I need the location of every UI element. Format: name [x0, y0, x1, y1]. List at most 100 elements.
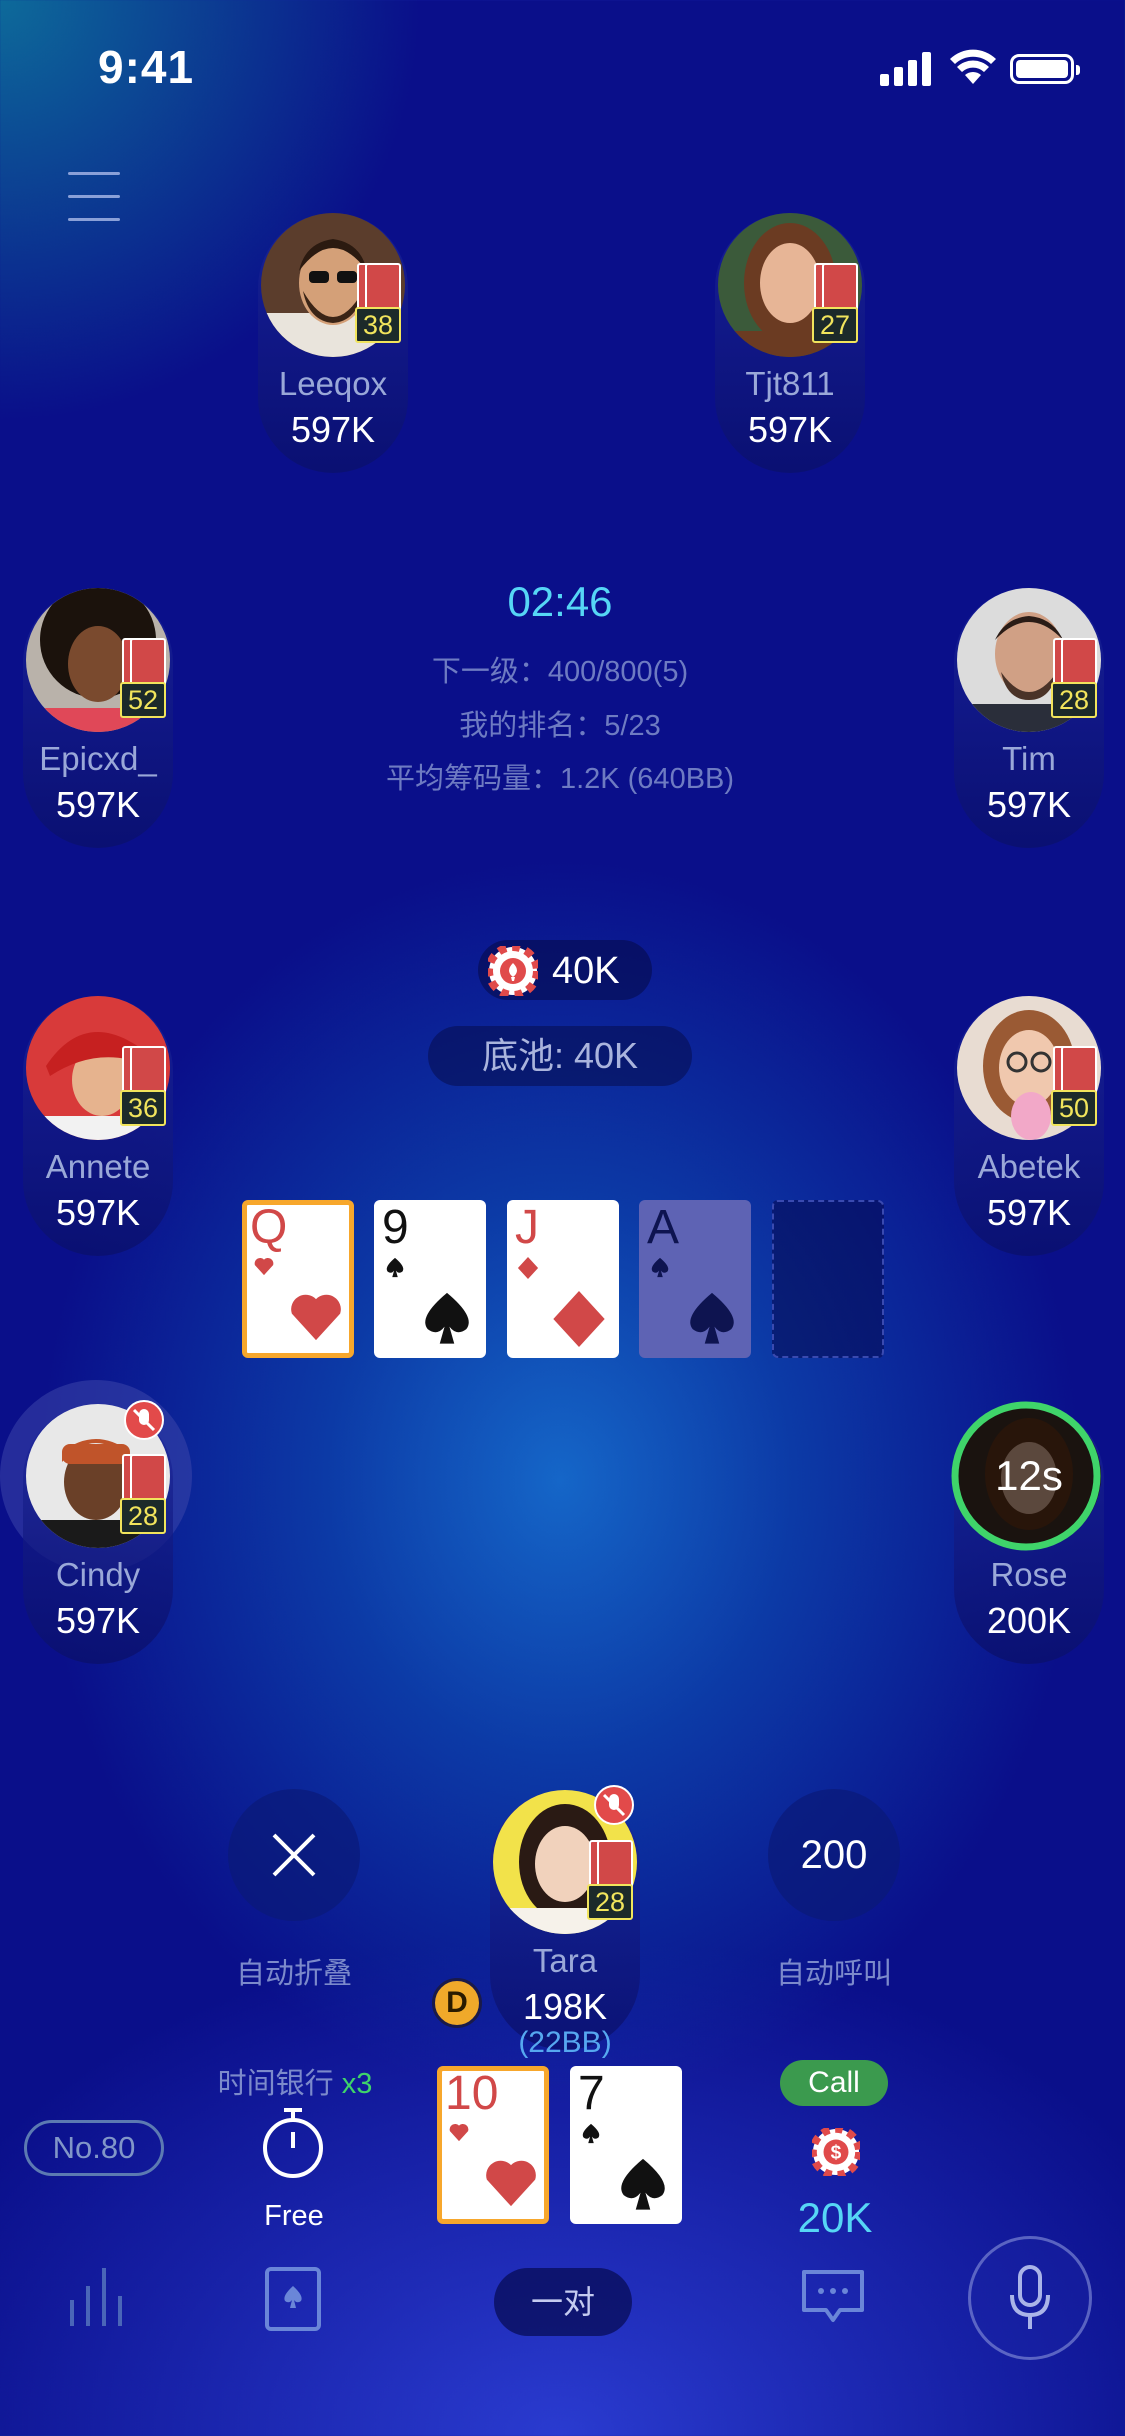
spade-icon: [621, 2158, 665, 2210]
player-name: Annete: [45, 1148, 151, 1185]
card-rank: 7: [578, 2067, 605, 2120]
cards-count-badge: 50: [1051, 1046, 1097, 1126]
auto-call-button[interactable]: 200: [768, 1789, 900, 1921]
call-amount[interactable]: 20K: [760, 2194, 910, 2242]
cards-count-badge: 38: [355, 263, 401, 343]
spade-icon: [425, 1292, 469, 1344]
stats-icon[interactable]: [68, 2266, 124, 2326]
card-rank: J: [515, 1201, 539, 1254]
player-seat-abetek[interactable]: 50 Abetek 597K: [954, 996, 1104, 1256]
wifi-icon: [950, 49, 996, 84]
auto-call-label: 自动呼叫: [775, 1958, 892, 1990]
mic-muted-icon: [594, 1785, 634, 1825]
my-rank: 我的排名：5/23: [459, 710, 661, 742]
player-seat-tjt811[interactable]: 27 Tjt811 597K: [715, 213, 865, 473]
player-big-blinds: (22BB): [518, 2026, 612, 2059]
cards-count-badge: 52: [120, 638, 166, 718]
mic-muted-icon: [124, 1400, 164, 1440]
player-name: Rose: [990, 1556, 1068, 1593]
poker-chip-icon: $: [812, 2128, 860, 2176]
tournament-clock: 02:46: [507, 578, 613, 625]
player-chips: 597K: [55, 1192, 141, 1233]
menu-icon[interactable]: [68, 172, 120, 222]
chat-icon[interactable]: [800, 2268, 866, 2326]
cellular-signal-icon: [880, 52, 931, 86]
player-seat-tim[interactable]: 28 Tim 597K: [954, 588, 1104, 848]
player-name: Epicxd_: [39, 740, 157, 777]
call-label: Call: [780, 2060, 888, 2106]
cards-count-badge: 28: [587, 1840, 633, 1920]
bet-amount: 40K: [552, 950, 620, 992]
player-name: Tjt811: [745, 365, 835, 402]
board-card-3: J: [507, 1200, 619, 1358]
dealer-button: D: [432, 1978, 482, 2028]
stopwatch-icon[interactable]: [260, 2106, 326, 2180]
player-seat-leeqox[interactable]: 38 Leeqox 597K: [258, 213, 408, 473]
heart-icon: [291, 1294, 341, 1341]
player-name: Tim: [1002, 740, 1056, 777]
player-seat-epicxd[interactable]: 52 Epicxd_ 597K: [23, 588, 173, 848]
hand-history-icon[interactable]: [264, 2266, 322, 2332]
auto-fold-label: 自动折叠: [235, 1958, 352, 1990]
card-rank: Q: [250, 1201, 288, 1254]
player-seat-tara[interactable]: 28 Tara 198K (22BB): [490, 1790, 640, 2059]
time-bank-free: Free: [264, 2200, 324, 2232]
hand-rank-badge: 一对: [494, 2268, 632, 2336]
card-rank: 9: [382, 1201, 409, 1254]
player-chips: 597K: [55, 784, 141, 825]
average-stack: 平均筹码量：1.2K (640BB): [385, 763, 735, 795]
auto-call-amount: 200: [800, 1833, 868, 1877]
time-bank-label: 时间银行: [217, 2068, 334, 2100]
player-seat-cindy[interactable]: 28 Cindy 597K: [23, 1404, 173, 1664]
status-time: 9:41: [98, 41, 195, 93]
player-name: Leeqox: [278, 365, 388, 402]
player-name: Cindy: [55, 1556, 141, 1593]
heart-icon: [449, 2124, 469, 2142]
close-icon: [272, 1833, 316, 1877]
time-bank: 时间银行 x3: [200, 2060, 390, 2102]
hole-card-1: 10: [437, 2066, 549, 2224]
board-card-2: 9: [374, 1200, 486, 1358]
spade-icon: [690, 1292, 734, 1344]
heart-icon: [254, 1258, 274, 1276]
turn-countdown: 12s: [995, 1452, 1063, 1499]
player-chips: 597K: [986, 1192, 1072, 1233]
player-chips: 597K: [290, 409, 376, 450]
cards-count-badge: 27: [812, 263, 858, 343]
cards-count-badge: 28: [120, 1454, 166, 1534]
board-card-4: A: [639, 1200, 751, 1358]
cards-count-badge: 28: [1051, 638, 1097, 718]
player-seat-annete[interactable]: 36 Annete 597K: [23, 996, 173, 1256]
player-chips: 200K: [986, 1600, 1072, 1641]
board-card-slot-empty: [772, 1200, 884, 1358]
player-chips: 597K: [55, 1600, 141, 1641]
diamond-icon: [553, 1291, 605, 1347]
next-blind-level: 下一级：400/800(5): [431, 656, 689, 688]
microphone-icon: [1010, 2265, 1050, 2329]
hole-card-2: 7: [570, 2066, 682, 2224]
diamond-icon: [517, 1257, 539, 1279]
player-name: Abetek: [977, 1148, 1081, 1185]
player-chips: 597K: [986, 784, 1072, 825]
heart-icon: [486, 2160, 536, 2207]
player-chips: 198K: [522, 1986, 608, 2027]
board-card-1: Q: [242, 1200, 354, 1358]
spade-icon: [386, 1257, 404, 1278]
card-rank: 10: [445, 2067, 499, 2120]
poker-chip-icon: [488, 946, 538, 996]
auto-fold-button[interactable]: [228, 1789, 360, 1921]
player-name: Tara: [532, 1942, 598, 1979]
spade-icon: [582, 2123, 600, 2144]
microphone-button[interactable]: [968, 2236, 1092, 2360]
battery-icon: [1010, 54, 1080, 84]
player-seat-rose[interactable]: 12s Rose 200K: [951, 1401, 1104, 1664]
cards-count-badge: 36: [120, 1046, 166, 1126]
player-chips: 597K: [747, 409, 833, 450]
time-bank-multiplier: x3: [341, 2068, 373, 2100]
spade-icon: [651, 1257, 669, 1278]
pot-total: 底池: 40K: [428, 1026, 692, 1086]
svg-text:$: $: [831, 2143, 842, 2164]
bet-chip-stack: 40K: [478, 940, 652, 1000]
card-rank: A: [647, 1201, 680, 1254]
table-number-badge: No.80: [24, 2120, 164, 2176]
